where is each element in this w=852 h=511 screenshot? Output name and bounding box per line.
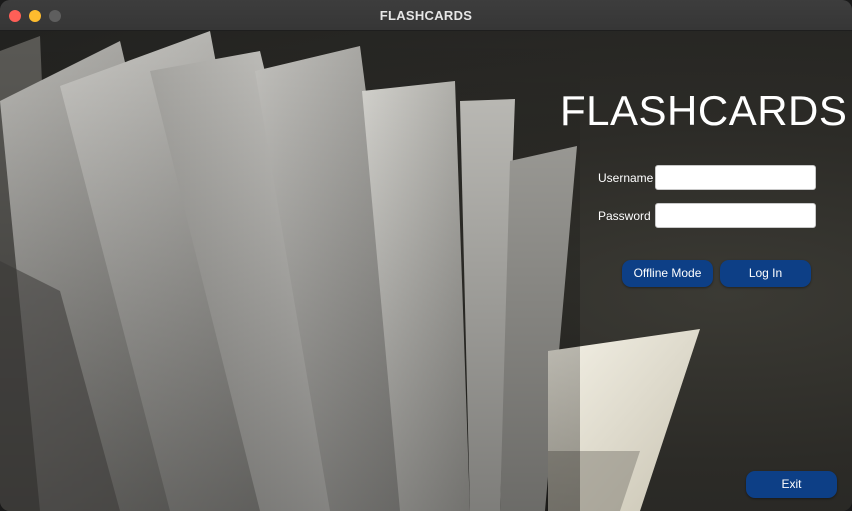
password-label: Password <box>598 209 651 223</box>
title-bar: FLASHCARDS <box>0 0 852 31</box>
app-title: FLASHCARDS <box>560 87 848 134</box>
username-input[interactable] <box>655 165 816 190</box>
app-window: FLASHCARDS FLASHCARDS Username Password … <box>0 0 852 511</box>
log-in-button[interactable]: Log In <box>720 260 811 287</box>
exit-button[interactable]: Exit <box>746 471 837 498</box>
password-input[interactable] <box>655 203 816 228</box>
login-screen: FLASHCARDS Username Password Offline Mod… <box>0 31 852 511</box>
window-title: FLASHCARDS <box>379 8 473 23</box>
offline-mode-button[interactable]: Offline Mode <box>622 260 713 287</box>
username-label: Username <box>598 171 654 185</box>
